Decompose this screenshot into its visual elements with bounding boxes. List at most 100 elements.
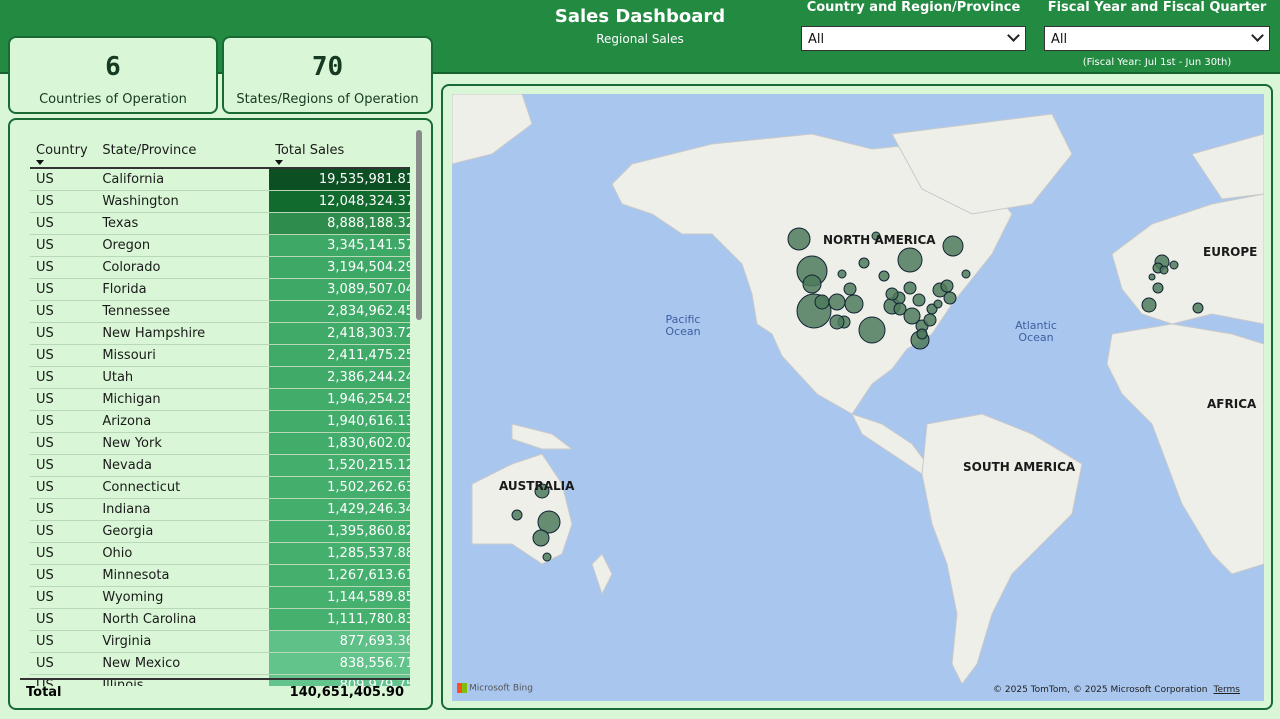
countries-label: Countries of Operation [39,92,187,107]
sales-bubble[interactable] [878,270,890,282]
cell-total-sales: 2,834,962.45 [269,300,410,323]
sales-bubble[interactable] [885,287,899,301]
sales-bubble[interactable] [1159,265,1169,275]
microsoft-logo-icon [457,682,467,693]
cell-total-sales: 1,830,602.02 [269,432,410,455]
table-row[interactable]: US Missouri 2,411,475.25 [30,344,410,367]
cell-country: US [30,190,97,213]
sales-bubble[interactable] [903,281,917,295]
sales-table-body: US California 19,535,981.81 US Washington 12,… [30,168,410,686]
cell-total-sales: 3,345,141.57 [269,234,410,257]
sales-table: Country State/Province Total Sales US Cal… [30,140,410,686]
cell-state: California [96,168,270,191]
sales-bubble[interactable] [943,291,957,305]
sales-bubble[interactable] [843,282,857,296]
cell-country: US [30,454,97,477]
cell-country: US [30,630,97,653]
sales-bubble[interactable] [916,328,928,340]
label-australia: AUSTRALIA [499,479,575,493]
sales-bubble[interactable] [787,227,811,251]
table-row[interactable]: US Nevada 1,520,215.12 [30,454,410,477]
table-row[interactable]: US New York 1,830,602.02 [30,432,410,455]
cell-state: North Carolina [96,608,270,631]
cell-total-sales: 19,535,981.81 [269,168,410,191]
table-row[interactable]: US Wyoming 1,144,589.85 [30,586,410,609]
sales-bubble[interactable] [942,235,964,257]
fiscal-filter-dropdown[interactable]: All [1044,26,1270,51]
sales-bubble[interactable] [1169,260,1179,270]
sales-map-card: NORTH AMERICA SOUTH AMERICA EUROPE AFRIC… [441,84,1273,710]
table-row[interactable]: US California 19,535,981.81 [30,168,410,191]
table-row[interactable]: US Ohio 1,285,537.88 [30,542,410,565]
cell-state: Missouri [96,344,270,367]
sales-bubble[interactable] [1152,282,1164,294]
sales-bubble[interactable] [844,294,864,314]
table-row[interactable]: US Indiana 1,429,246.34 [30,498,410,521]
table-row[interactable]: US New Hampshire 2,418,303.72 [30,322,410,345]
label-pacific-ocean: Pacific Ocean [665,313,701,338]
table-row[interactable]: US Tennessee 2,834,962.45 [30,300,410,323]
table-row[interactable]: US New Mexico 838,556.71 [30,652,410,675]
cell-state: Colorado [96,256,270,279]
cell-total-sales: 2,418,303.72 [269,322,410,345]
terms-link[interactable]: Terms [1213,685,1240,695]
sales-bubble[interactable] [961,269,971,279]
column-header-country[interactable]: Country [30,140,97,169]
table-row[interactable]: US Colorado 3,194,504.29 [30,256,410,279]
table-row[interactable]: US Michigan 1,946,254.25 [30,388,410,411]
sales-bubble[interactable] [542,552,552,562]
sales-bubble[interactable] [1141,297,1157,313]
sales-bubble[interactable] [933,299,943,309]
table-row[interactable]: US Texas 8,888,188.32 [30,212,410,235]
column-header-total-sales[interactable]: Total Sales [269,140,410,169]
table-scrollbar[interactable] [416,130,422,320]
cell-country: US [30,608,97,631]
cell-total-sales: 1,144,589.85 [269,586,410,609]
sales-bubble[interactable] [858,257,870,269]
table-row[interactable]: US Connecticut 1,502,262.63 [30,476,410,499]
table-row[interactable]: US Georgia 1,395,860.82 [30,520,410,543]
central-america-landmass [851,413,928,475]
table-row[interactable]: US Oregon 3,345,141.57 [30,234,410,257]
table-row[interactable]: US Minnesota 1,267,613.61 [30,564,410,587]
cell-total-sales: 2,411,475.25 [269,344,410,367]
sales-bubble[interactable] [829,314,845,330]
label-north-america: NORTH AMERICA [823,233,936,247]
sales-bubble[interactable] [1192,302,1204,314]
table-row[interactable]: US Virginia 877,693.36 [30,630,410,653]
table-row[interactable]: US Utah 2,386,244.24 [30,366,410,389]
sales-bubble[interactable] [828,293,846,311]
table-row[interactable]: US Washington 12,048,324.37 [30,190,410,213]
sales-bubble[interactable] [923,313,937,327]
table-row[interactable]: US North Carolina 1,111,780.83 [30,608,410,631]
cell-state: Virginia [96,630,270,653]
sales-bubble[interactable] [940,279,954,293]
column-header-state[interactable]: State/Province [96,140,270,169]
sales-bubble[interactable] [897,247,923,273]
country-filter-value: All [808,32,825,47]
cell-country: US [30,168,97,191]
sales-bubble[interactable] [814,294,830,310]
table-row[interactable]: US Florida 3,089,507.04 [30,278,410,301]
chevron-down-icon [1007,29,1020,42]
cell-state: Nevada [96,454,270,477]
sales-map[interactable]: NORTH AMERICA SOUTH AMERICA EUROPE AFRIC… [452,94,1264,701]
sales-bubble[interactable] [511,509,523,521]
cell-country: US [30,652,97,675]
cell-total-sales: 1,395,860.82 [269,520,410,543]
sales-bubble[interactable] [912,293,926,307]
sales-bubble[interactable] [1148,273,1156,281]
sales-bubble[interactable] [802,274,822,294]
cell-country: US [30,344,97,367]
states-count: 70 [311,52,344,82]
cell-total-sales: 1,267,613.61 [269,564,410,587]
sales-bubble[interactable] [837,269,847,279]
sales-bubble[interactable] [532,529,550,547]
sales-bubble[interactable] [858,316,886,344]
country-filter-dropdown[interactable]: All [801,26,1026,51]
sales-table-viewport[interactable]: Country State/Province Total Sales US Cal… [20,130,410,686]
sales-table-card: Country State/Province Total Sales US Cal… [8,118,433,710]
table-row[interactable]: US Arizona 1,940,616.13 [30,410,410,433]
cell-total-sales: 838,556.71 [269,652,410,675]
cell-state: Florida [96,278,270,301]
